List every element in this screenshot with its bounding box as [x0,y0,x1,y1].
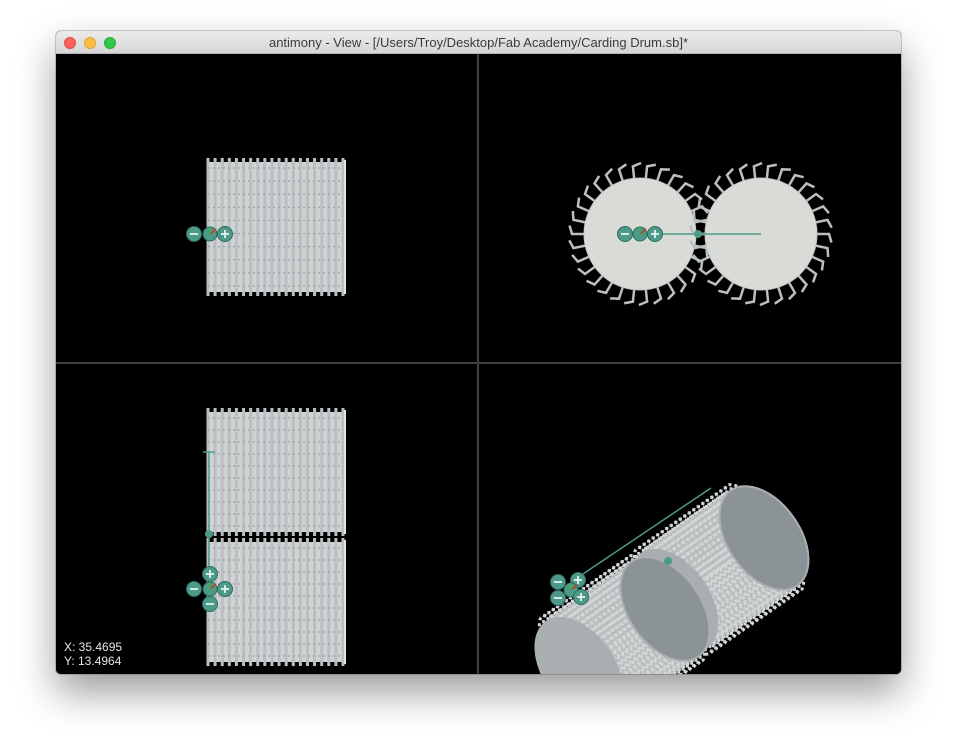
viewport-top-right[interactable] [479,54,901,362]
plus-icon[interactable] [217,226,233,242]
left-drum-end-tooth [604,167,615,188]
plus-icon[interactable] [573,589,589,605]
minus-icon[interactable] [550,574,566,590]
minus-icon[interactable] [202,596,218,612]
right-drum-end-tooth [713,175,726,195]
right-drum-end-tooth [809,204,830,214]
viewport-bottom-right[interactable] [479,364,901,674]
left-drum-end-tooth [665,173,683,188]
front-view-canvas [186,158,346,296]
app-window: antimony - View - [/Users/Troy/Desktop/F… [56,31,901,674]
viewport-bottom-left[interactable]: X: 35.4695 Y: 13.4964 [56,364,477,674]
minus-icon[interactable] [550,590,566,606]
axis-handle-icon[interactable] [202,226,218,242]
upper-drum [206,408,346,536]
right-drum-end-tooth [796,273,809,293]
right-drum-end-tooth [697,197,713,214]
axis-node [664,557,672,565]
side-view-canvas [186,408,346,666]
right-drum-end-tooth [803,264,818,283]
plus-icon[interactable] [202,566,218,582]
horizontal-divider[interactable] [56,362,901,364]
lower-drum [206,538,346,666]
axis-handle-icon[interactable] [202,581,218,597]
left-drum-end-tooth [592,175,605,195]
left-drum-end-tooth [583,185,598,204]
viewport-grid: X: 35.4695 Y: 13.4964 [56,54,901,674]
plus-icon[interactable] [647,226,663,242]
axis-node [205,530,213,538]
right-drum-end-tooth [786,173,804,188]
left-drum-end-tooth [576,197,592,214]
left-drum-end-tooth [577,264,598,276]
right-drum-end-tooth [731,284,746,300]
left-drum-end-tooth [597,280,615,295]
minus-icon[interactable] [186,581,202,597]
window-title: antimony - View - [/Users/Troy/Desktop/F… [268,35,689,50]
axis-handle-icon[interactable] [632,226,648,242]
left-drum-end-tooth [665,280,676,301]
right-drum-end-tooth [704,185,719,204]
vertical-divider[interactable] [477,54,479,674]
left-drum-end-tooth [571,254,592,264]
right-drum-end-tooth [786,280,797,301]
cursor-coordinates: X: 35.4695 Y: 13.4964 [64,640,122,668]
cursor-y: Y: 13.4964 [64,654,122,668]
cursor-x: X: 35.4695 [64,640,123,654]
right-drum-end-tooth [803,192,824,204]
end-view-canvas [568,161,833,307]
right-drum-end-tooth [692,254,713,264]
left-drum-end-tooth [675,273,688,293]
left-drum-end-tooth [585,273,605,287]
title-bar[interactable]: antimony - View - [/Users/Troy/Desktop/F… [56,31,901,54]
right-drum-end-tooth [809,254,825,271]
left-drum-end-tooth [682,264,697,283]
left-drum-end-tooth [675,181,695,195]
minus-icon[interactable] [617,226,633,242]
right-drum-end-tooth [796,181,816,195]
viewport-top-left[interactable] [56,54,477,362]
right-drum-end-tooth [706,273,726,287]
left-drum-end-tooth [655,168,670,184]
left-drum-end-tooth [610,284,625,300]
right-drum-end-tooth [718,280,736,295]
perspective-view-canvas [534,483,810,674]
right-drum-end-tooth [725,167,736,188]
right-drum-end-tooth [776,168,791,184]
plus-icon[interactable] [217,581,233,597]
axis-node [694,230,702,238]
minus-icon[interactable] [186,226,202,242]
